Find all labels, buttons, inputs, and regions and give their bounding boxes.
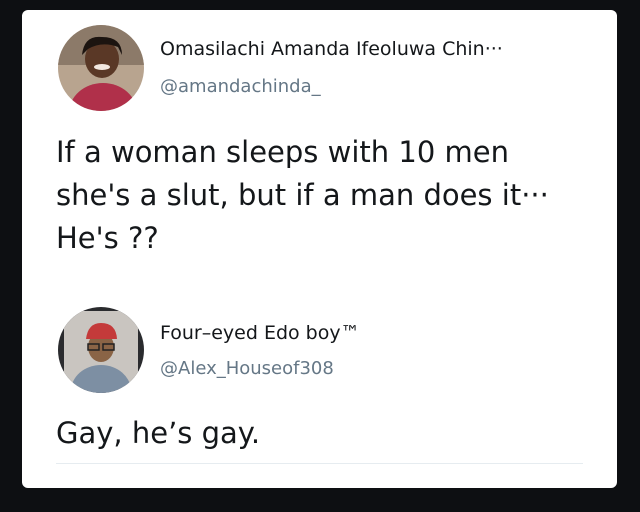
author-name[interactable]: Four–eyed Edo boy™ [160,322,360,344]
avatar-amanda[interactable] [58,25,144,111]
tweet-text-line: Gay, he’s gay. [56,416,261,450]
avatar-image [58,307,144,393]
tweet-reply: Four–eyed Edo boy™ @Alex_Houseof308 Gay,… [22,285,617,470]
tweet-text-line: If a woman sleeps with 10 men [56,135,509,169]
tweet-text-line: He's ?? [56,221,159,255]
tweet-thread-card: Omasilachi Amanda Ifeoluwa Chin··· @aman… [22,10,617,488]
tweet-text: Gay, he’s gay. [56,412,596,455]
author-handle[interactable]: @amandachinda_ [160,76,321,97]
tweet-text-line: she's a slut, but if a man does it··· [56,178,549,212]
tweet-original: Omasilachi Amanda Ifeoluwa Chin··· @aman… [22,10,617,280]
avatar-image [58,25,144,111]
tweet-text: If a woman sleeps with 10 men she's a sl… [56,131,606,260]
avatar-alex[interactable] [58,307,144,393]
author-name[interactable]: Omasilachi Amanda Ifeoluwa Chin··· [160,38,503,60]
divider [56,463,583,464]
author-handle[interactable]: @Alex_Houseof308 [160,358,334,379]
